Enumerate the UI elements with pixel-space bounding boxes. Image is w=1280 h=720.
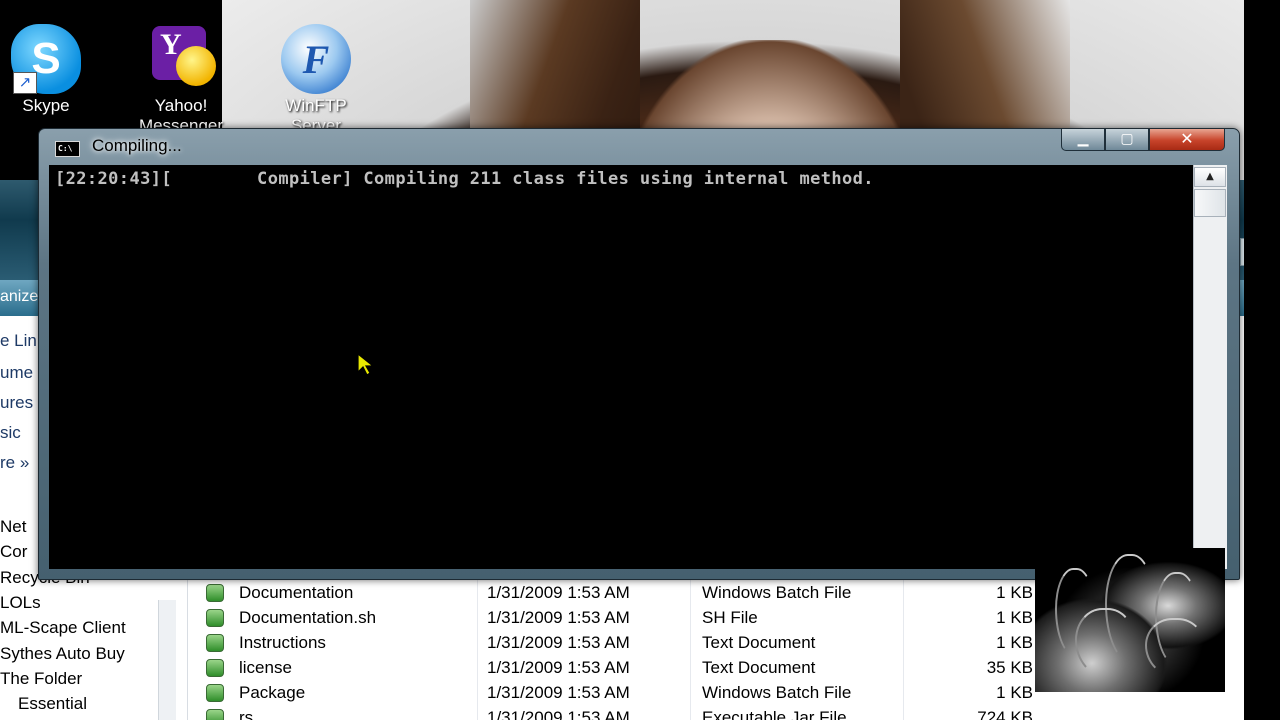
screen-edge: [1244, 0, 1280, 720]
console-scrollbar[interactable]: ▲: [1193, 165, 1227, 569]
minimize-button[interactable]: ▁: [1061, 129, 1105, 151]
yahoo-messenger-icon: Y: [146, 24, 216, 94]
file-type: Text Document: [702, 658, 816, 677]
nav-item-ml-scape-client[interactable]: ML-Scape Client: [0, 617, 126, 639]
text-file-icon: [206, 634, 224, 652]
file-date: 1/31/2009 1:53 AM: [487, 683, 630, 702]
file-name: Documentation: [239, 583, 354, 602]
close-button[interactable]: ✕: [1149, 129, 1225, 151]
sh-file-icon: [206, 609, 224, 627]
file-size: 1 KB: [996, 583, 1033, 602]
nav-item-pictures[interactable]: ures: [0, 392, 33, 414]
nav-item-documents[interactable]: ume: [0, 362, 33, 384]
nav-scrollbar[interactable]: [158, 600, 176, 720]
file-name: Instructions: [239, 633, 326, 652]
file-size: 1 KB: [996, 683, 1033, 702]
console-output[interactable]: [22:20:43][ Compiler] Compiling 211 clas…: [49, 165, 1209, 569]
nav-item-control-panel[interactable]: Cor: [0, 541, 27, 563]
batch-file-icon: [206, 684, 224, 702]
desktop-icon-label: Skype: [22, 96, 70, 115]
file-size: 1 KB: [996, 633, 1033, 652]
skype-icon: S ↗: [11, 24, 81, 94]
file-type: Executable Jar File: [702, 708, 847, 720]
desktop-icon-winftp-server[interactable]: F WinFTP Server: [266, 24, 366, 136]
nav-item-lols[interactable]: LOLs: [0, 592, 41, 614]
file-type: Windows Batch File: [702, 683, 852, 702]
file-name: license: [239, 658, 292, 677]
nav-item-favorite-links[interactable]: e Lin: [0, 330, 37, 352]
nav-item-network[interactable]: Net: [0, 516, 26, 538]
file-name: rs: [239, 708, 254, 720]
file-date: 1/31/2009 1:53 AM: [487, 608, 630, 627]
cmd-icon[interactable]: C:\: [55, 141, 80, 157]
file-name: Documentation.sh: [239, 608, 377, 627]
organize-button[interactable]: anize: [0, 288, 38, 306]
file-type: Text Document: [702, 633, 816, 652]
file-type: Windows Batch File: [702, 583, 852, 602]
mouse-cursor-icon: [357, 352, 375, 376]
maximize-button[interactable]: ▢: [1105, 129, 1149, 151]
file-date: 1/31/2009 1:53 AM: [487, 583, 630, 602]
file-row[interactable]: rs 1/31/2009 1:53 AM Executable Jar File…: [190, 705, 1280, 720]
file-size: 1 KB: [996, 608, 1033, 627]
file-size: 35 KB: [986, 658, 1033, 677]
file-date: 1/31/2009 1:53 AM: [487, 658, 630, 677]
nav-item-more[interactable]: re »: [0, 452, 29, 474]
text-file-icon: [206, 659, 224, 677]
file-date: 1/31/2009 1:53 AM: [487, 708, 630, 720]
desktop-icon-yahoo-messenger[interactable]: Y Yahoo! Messenger: [131, 24, 231, 136]
window-title: Compiling...: [92, 136, 182, 155]
file-name: Package: [239, 683, 306, 702]
nav-item-sythes-auto-buy[interactable]: Sythes Auto Buy: [0, 643, 125, 665]
jar-file-icon: [206, 709, 224, 720]
console-output-line: [22:20:43][ Compiler] Compiling 211 clas…: [55, 169, 874, 189]
desktop-icon-skype[interactable]: S ↗ Skype: [0, 24, 96, 116]
file-date: 1/31/2009 1:53 AM: [487, 633, 630, 652]
batch-file-icon: [206, 584, 224, 602]
shortcut-arrow-icon: ↗: [13, 72, 37, 94]
console-window: C:\ Compiling... ▁ ▢ ✕ [22:20:43][ Compi…: [38, 128, 1240, 580]
file-type: SH File: [702, 608, 758, 627]
file-size: 724 KB: [977, 708, 1033, 720]
nav-item-essential[interactable]: Essential: [18, 693, 87, 715]
flame-overlay-image: [1035, 548, 1225, 692]
scroll-thumb[interactable]: [1194, 189, 1226, 217]
console-titlebar[interactable]: C:\ Compiling...: [39, 129, 1239, 165]
winftp-icon: F: [281, 24, 351, 94]
nav-item-the-folder[interactable]: The Folder: [0, 668, 82, 690]
scroll-up-arrow-icon[interactable]: ▲: [1194, 167, 1226, 187]
nav-item-music[interactable]: sic: [0, 422, 21, 444]
